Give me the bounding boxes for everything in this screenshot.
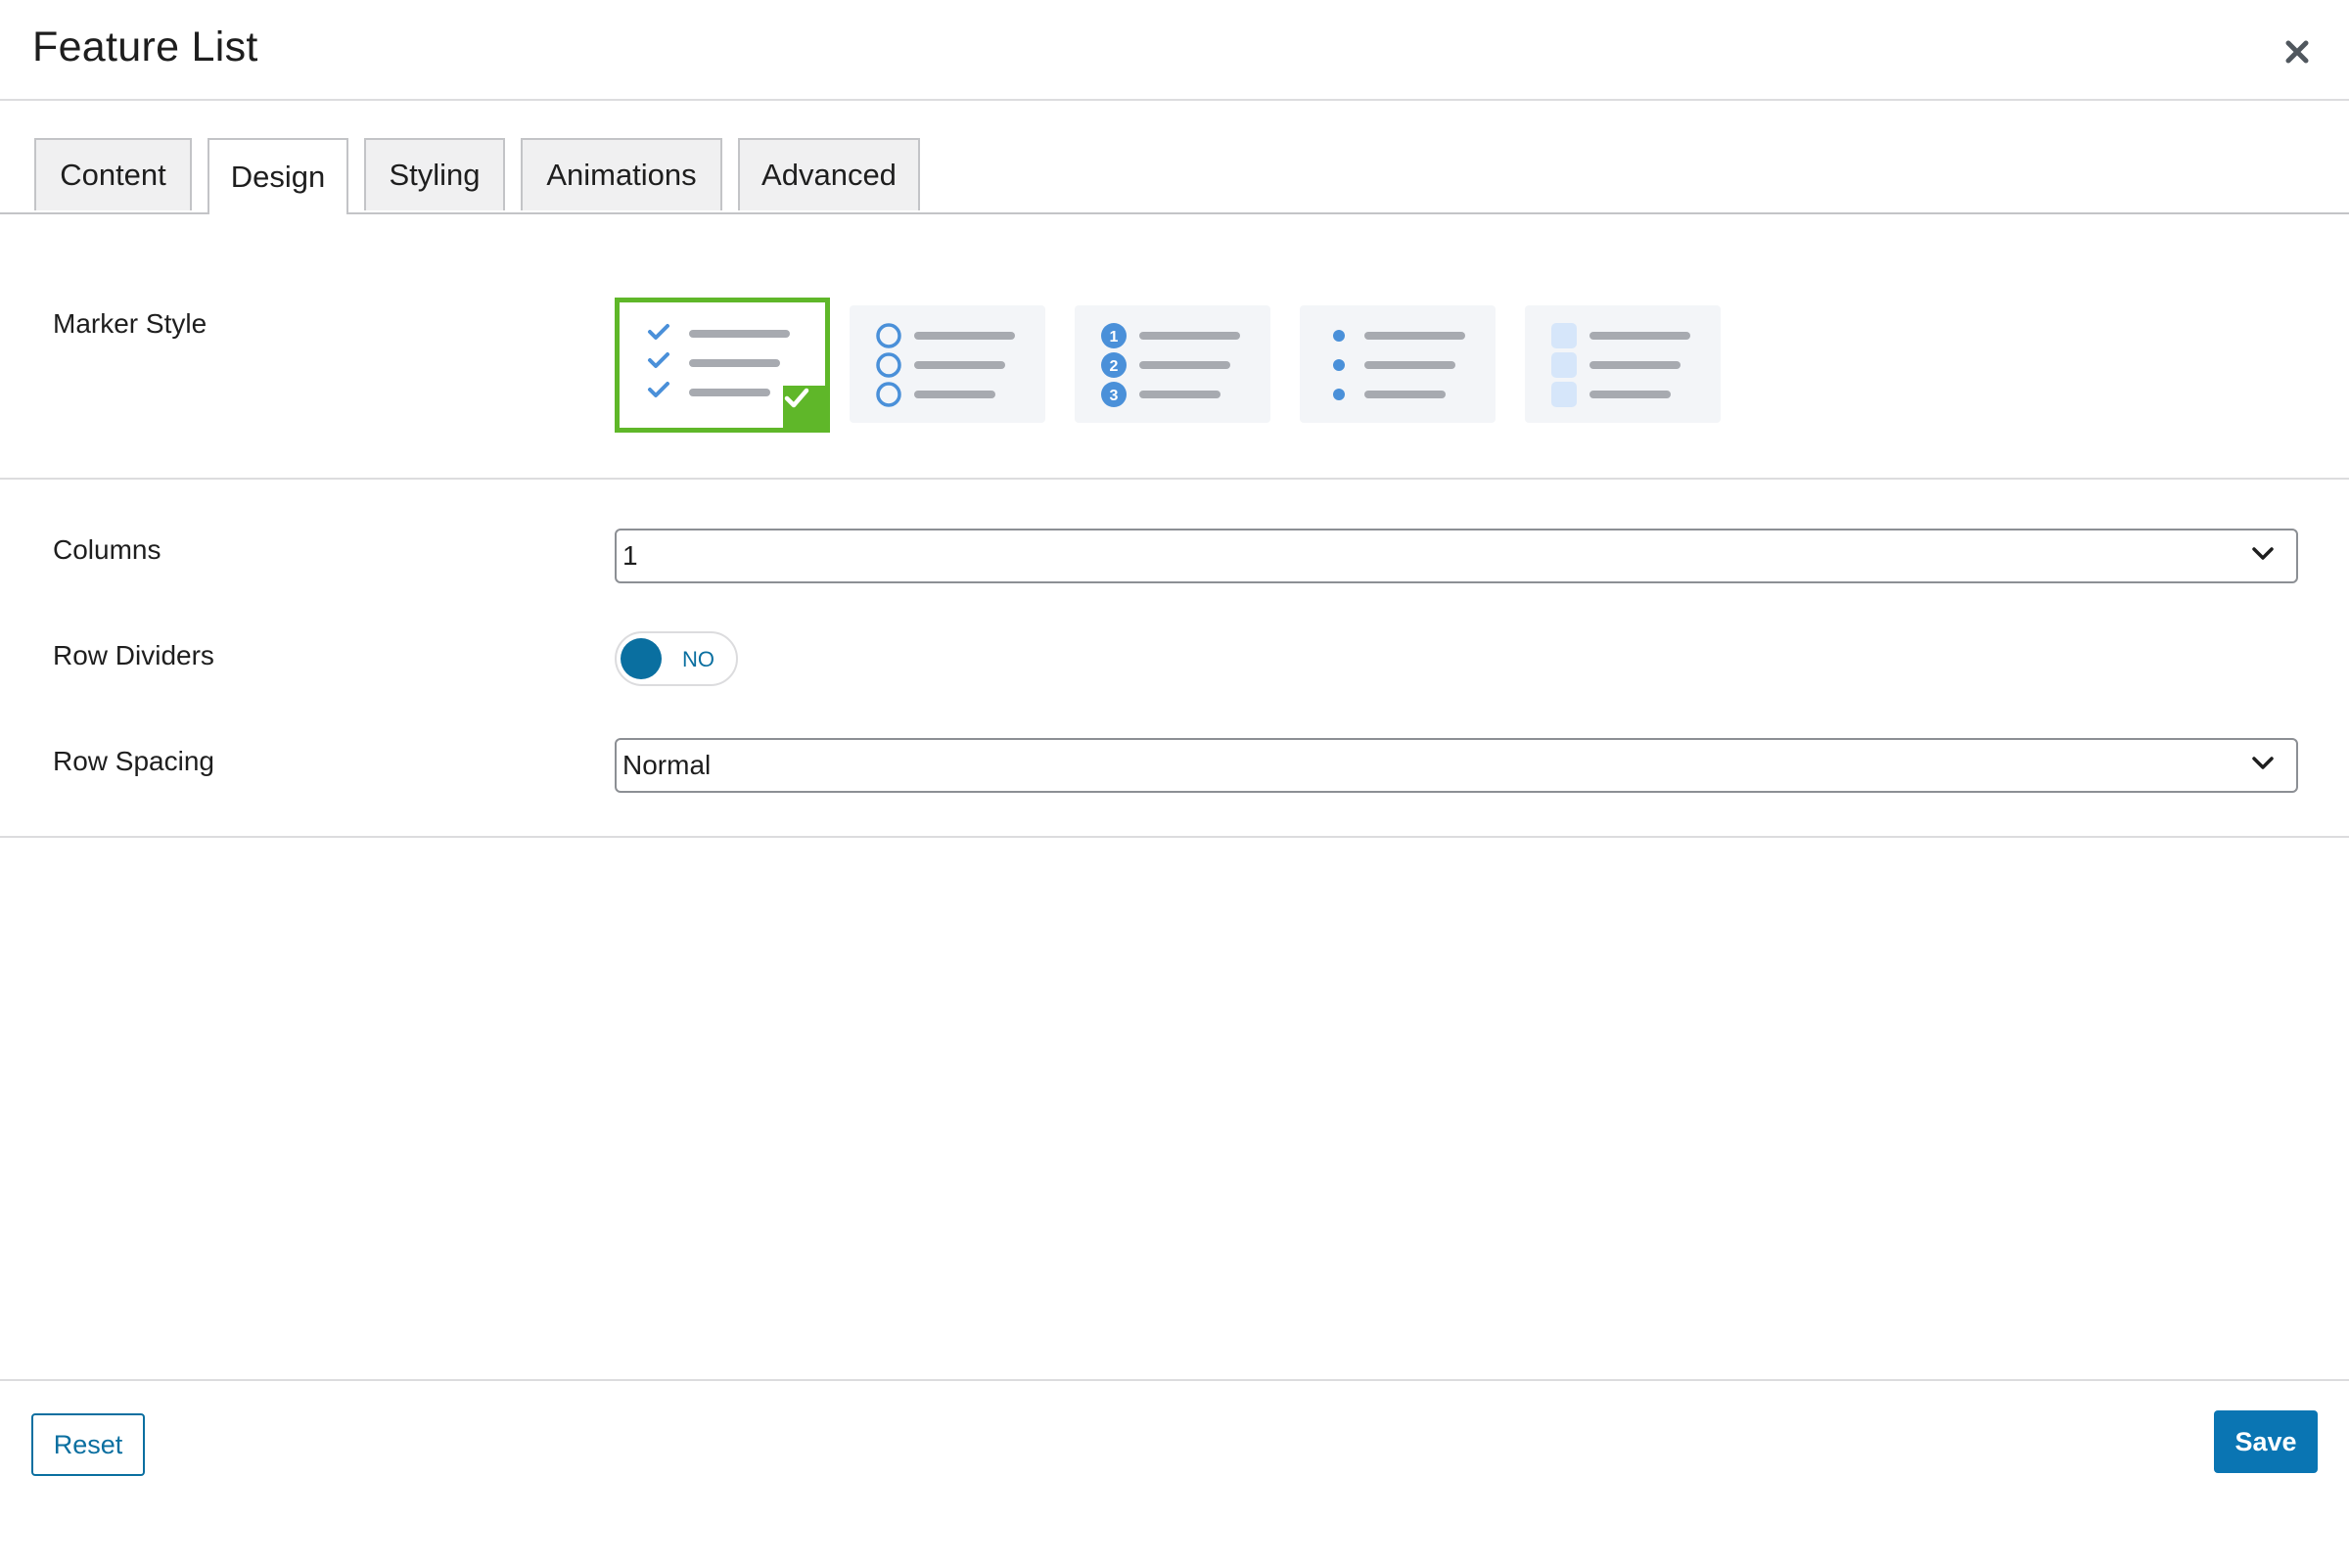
dialog-header: Feature List bbox=[0, 0, 2349, 101]
marker-option-numbered[interactable]: 1 2 3 bbox=[1075, 305, 1270, 423]
dialog-title: Feature List bbox=[32, 23, 258, 70]
row-dividers-label: Row Dividers bbox=[53, 640, 214, 670]
marker-style-label: Marker Style bbox=[53, 308, 207, 339]
toggle-state-text: NO bbox=[682, 647, 714, 671]
row-spacing-value: Normal bbox=[622, 750, 712, 780]
marker-option-square[interactable] bbox=[1525, 305, 1721, 423]
save-button[interactable]: Save bbox=[2214, 1410, 2318, 1473]
marker-option-checkmark[interactable] bbox=[615, 298, 830, 433]
close-icon bbox=[2285, 40, 2309, 64]
dialog-footer: Reset Save bbox=[0, 1379, 2349, 1568]
check-icon bbox=[784, 388, 809, 408]
chevron-down-icon bbox=[2252, 757, 2274, 769]
columns-label: Columns bbox=[53, 534, 161, 565]
numbered-marker-3: 3 bbox=[1110, 388, 1119, 404]
square-list-icon bbox=[1551, 323, 1690, 407]
tab-design[interactable]: Design bbox=[207, 138, 348, 214]
columns-select[interactable]: 1 bbox=[615, 529, 2298, 583]
circle-list-icon bbox=[876, 323, 1015, 407]
columns-value: 1 bbox=[622, 540, 638, 571]
tab-bar: Content Design Styling Animations Advanc… bbox=[0, 138, 2349, 214]
row-dividers-toggle[interactable]: NO bbox=[615, 631, 738, 686]
row-spacing-label: Row Spacing bbox=[53, 746, 214, 776]
marker-option-circle[interactable] bbox=[850, 305, 1045, 423]
reset-button[interactable]: Reset bbox=[31, 1413, 145, 1476]
marker-option-bullet[interactable] bbox=[1300, 305, 1496, 423]
tab-styling[interactable]: Styling bbox=[364, 138, 505, 210]
tab-animations[interactable]: Animations bbox=[521, 138, 722, 210]
tab-advanced[interactable]: Advanced bbox=[738, 138, 920, 210]
toggle-knob bbox=[621, 638, 662, 679]
row-spacing-select[interactable]: Normal bbox=[615, 738, 2298, 793]
chevron-down-icon bbox=[2252, 547, 2274, 560]
marker-style-section: Marker Style 1 2 3 bbox=[0, 213, 2349, 480]
selected-badge bbox=[783, 386, 830, 433]
tab-content[interactable]: Content bbox=[34, 138, 192, 210]
numbered-marker-1: 1 bbox=[1110, 329, 1119, 346]
bullet-list-icon bbox=[1333, 330, 1465, 400]
numbered-marker-2: 2 bbox=[1110, 358, 1119, 375]
close-button[interactable] bbox=[2275, 29, 2320, 74]
layout-section: Columns 1 Row Dividers NO Row Spacing No… bbox=[0, 480, 2349, 838]
numbered-list-icon: 1 2 3 bbox=[1101, 323, 1240, 407]
